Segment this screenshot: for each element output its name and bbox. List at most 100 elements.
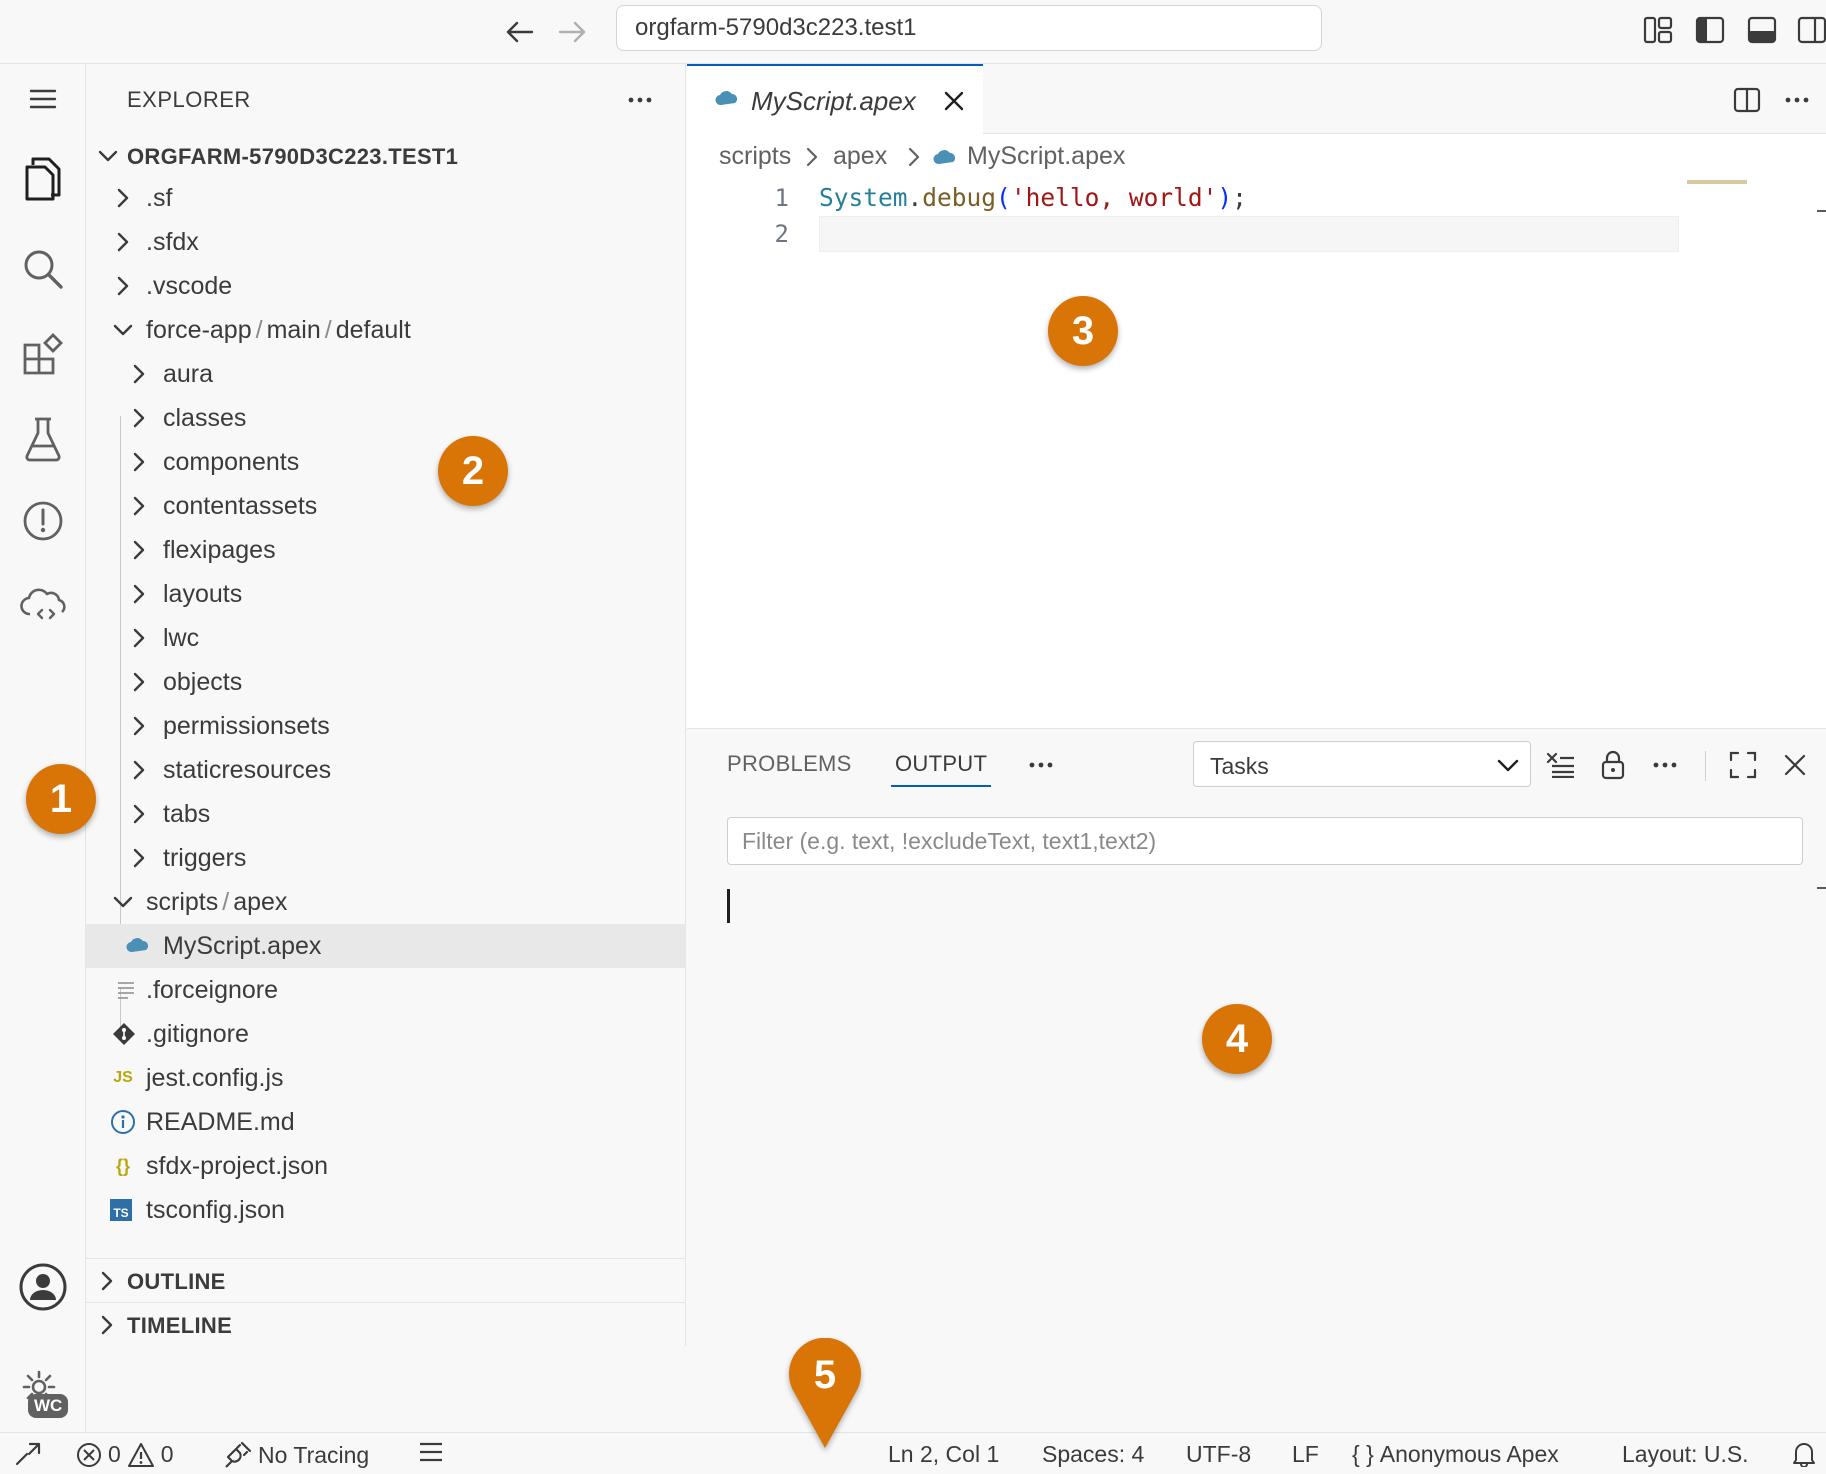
tab-problems[interactable]: PROBLEMS <box>727 751 852 777</box>
indentation-indicator[interactable]: Spaces: 4 <box>1042 1441 1144 1468</box>
clear-output-button[interactable] <box>1541 745 1581 785</box>
editor-tab-label: MyScript.apex <box>751 86 916 116</box>
tree-label: triggers <box>163 844 247 872</box>
code-token-dot: . <box>907 183 923 212</box>
eol-indicator[interactable]: LF <box>1292 1441 1319 1468</box>
manage-button[interactable]: WC <box>0 1356 86 1426</box>
tree-file-readme[interactable]: README.md <box>86 1100 686 1144</box>
tree-file-sfdx-project[interactable]: {} sfdx-project.json <box>86 1144 686 1188</box>
explorer-sidebar: EXPLORER ORGFARM-5790D3C223.TEST1 .sf .s… <box>86 64 686 1346</box>
tree-folder-force-app-main-default[interactable]: force-app / main / default <box>86 308 686 352</box>
tree-folder-aura[interactable]: aura <box>86 352 686 396</box>
toggle-secondary-sidebar-button[interactable] <box>1792 10 1826 50</box>
remote-indicator[interactable] <box>14 1441 42 1467</box>
activity-bar: WC <box>0 64 86 1432</box>
breadcrumb-item[interactable]: MyScript.apex <box>967 142 1125 171</box>
keyboard-layout-indicator[interactable]: Layout: U.S. <box>1622 1441 1749 1468</box>
workspace-root-label: ORGFARM-5790D3C223.TEST1 <box>127 144 459 169</box>
explorer-more-actions-button[interactable] <box>620 82 660 118</box>
lock-scroll-button[interactable] <box>1593 745 1633 785</box>
activity-extensions[interactable] <box>0 320 86 390</box>
list-icon <box>420 1442 442 1462</box>
cursor-position[interactable]: Ln 2, Col 1 <box>888 1441 999 1468</box>
minimap[interactable] <box>1687 180 1747 184</box>
panel-more-actions-button[interactable] <box>1645 745 1685 785</box>
tree-folder-sfdx[interactable]: .sfdx <box>86 220 686 264</box>
toggle-primary-sidebar-button[interactable] <box>1690 10 1730 50</box>
command-center-search[interactable]: orgfarm-5790d3c223.test1 <box>616 5 1322 51</box>
split-editor-button[interactable] <box>1727 82 1767 118</box>
breadcrumb-item[interactable]: scripts <box>719 142 791 171</box>
breadcrumb-item[interactable]: apex <box>833 142 887 171</box>
arrow-left-icon <box>506 21 534 43</box>
tree-folder-scripts-apex[interactable]: scripts / apex <box>86 880 686 924</box>
encoding-indicator[interactable]: UTF-8 <box>1186 1441 1251 1468</box>
tree-file-forceignore[interactable]: .forceignore <box>86 968 686 1012</box>
warning-icon <box>127 1442 154 1467</box>
timeline-section-header[interactable]: TIMELINE <box>86 1302 686 1346</box>
code-token-paren: ( <box>996 183 1011 212</box>
tree-folder-triggers[interactable]: triggers <box>86 836 686 880</box>
tree-file-tsconfig[interactable]: TS tsconfig.json <box>86 1188 686 1232</box>
forward-button[interactable] <box>552 12 592 52</box>
tree-folder-lwc[interactable]: lwc <box>86 616 686 660</box>
tree-folder-vscode[interactable]: .vscode <box>86 264 686 308</box>
tree-file-jest-config[interactable]: JS jest.config.js <box>86 1056 686 1100</box>
explorer-title: EXPLORER <box>127 87 251 112</box>
tree-folder-permissionsets[interactable]: permissionsets <box>86 704 686 748</box>
tree-file-myscript-apex[interactable]: MyScript.apex <box>86 924 686 968</box>
tree-folder-objects[interactable]: objects <box>86 660 686 704</box>
close-tab-button[interactable] <box>939 86 969 116</box>
chevron-right-icon <box>101 1315 113 1335</box>
editor-tab-myscript[interactable]: MyScript.apex <box>687 64 983 134</box>
chevron-down-icon <box>113 324 133 336</box>
code-token-paren: ) <box>1217 183 1233 212</box>
chevron-right-icon <box>133 452 145 472</box>
activity-salesforce-org[interactable] <box>0 569 86 639</box>
tree-folder-sf[interactable]: .sf <box>86 176 686 220</box>
code-editor[interactable]: 1 2 System.debug('hello, world'); <box>687 180 1826 728</box>
tree-file-gitignore[interactable]: .gitignore <box>86 1012 686 1056</box>
tree-folder-classes[interactable]: classes <box>86 396 686 440</box>
path-segment: default <box>335 316 411 344</box>
panel-more-tabs-button[interactable] <box>1021 749 1061 781</box>
keyboard-layout-label: Layout: U.S. <box>1622 1441 1749 1467</box>
tree-folder-layouts[interactable]: layouts <box>86 572 686 616</box>
tree-label: .sfdx <box>146 228 199 256</box>
chevron-down-icon <box>98 150 118 162</box>
editor-more-actions-button[interactable] <box>1777 82 1817 118</box>
toggle-panel-button[interactable] <box>1742 10 1782 50</box>
accounts-button[interactable] <box>0 1252 86 1322</box>
tab-output[interactable]: OUTPUT <box>895 751 987 777</box>
scrollbar-marker <box>1817 210 1826 212</box>
activity-problems[interactable] <box>0 486 86 556</box>
customize-layout-button[interactable] <box>1638 10 1678 50</box>
tree-folder-contentassets[interactable]: contentassets <box>86 484 686 528</box>
tracing-indicator[interactable]: No Tracing <box>222 1441 369 1469</box>
scrollbar-marker <box>1817 887 1826 889</box>
activity-testing[interactable] <box>0 404 86 474</box>
activity-explorer[interactable] <box>0 144 86 214</box>
problems-indicator[interactable]: 0 0 <box>76 1441 174 1468</box>
maximize-panel-button[interactable] <box>1723 745 1763 785</box>
back-button[interactable] <box>500 12 540 52</box>
close-panel-button[interactable] <box>1775 745 1815 785</box>
output-list-button[interactable] <box>418 1441 444 1463</box>
output-filter-input[interactable] <box>727 817 1803 865</box>
tree-folder-flexipages[interactable]: flexipages <box>86 528 686 572</box>
tree-folder-tabs[interactable]: tabs <box>86 792 686 836</box>
menu-button[interactable] <box>0 64 86 134</box>
output-content[interactable] <box>727 879 1803 1319</box>
status-bar: 0 0 No Tracing Ln 2, Col 1 Spaces: 4 UTF… <box>0 1432 1826 1474</box>
tree-folder-components[interactable]: components <box>86 440 686 484</box>
typescript-file-icon: TS <box>110 1199 132 1221</box>
tree-folder-staticresources[interactable]: staticresources <box>86 748 686 792</box>
notifications-button[interactable] <box>1792 1441 1816 1467</box>
tree-label: MyScript.apex <box>163 932 322 960</box>
language-mode[interactable]: { } Anonymous Apex <box>1352 1441 1559 1468</box>
outline-section-header[interactable]: OUTLINE <box>86 1258 686 1302</box>
sidebar-left-icon <box>1695 16 1725 44</box>
workspace-root-folder[interactable]: ORGFARM-5790D3C223.TEST1 <box>86 136 686 176</box>
activity-search[interactable] <box>0 234 86 304</box>
output-channel-select[interactable]: Tasks <box>1193 741 1531 787</box>
